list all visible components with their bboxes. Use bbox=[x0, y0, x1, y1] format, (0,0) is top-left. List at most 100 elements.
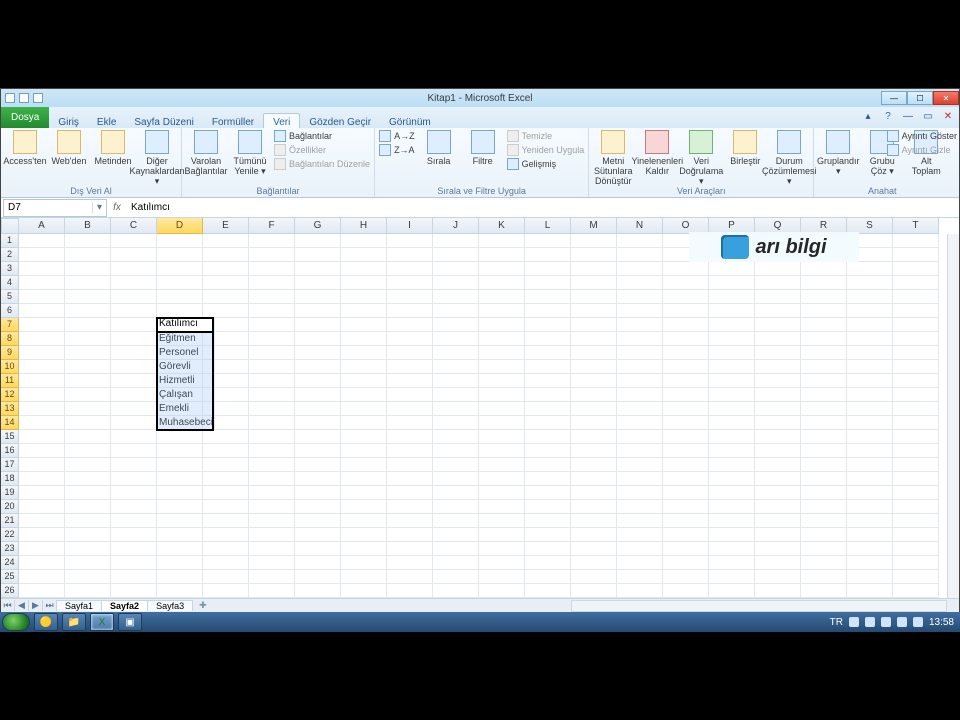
cell[interactable] bbox=[571, 374, 617, 388]
cell[interactable] bbox=[801, 486, 847, 500]
cell[interactable] bbox=[617, 234, 663, 248]
cell[interactable] bbox=[663, 304, 709, 318]
cell[interactable] bbox=[479, 556, 525, 570]
cell[interactable] bbox=[341, 542, 387, 556]
cell[interactable] bbox=[663, 318, 709, 332]
cell[interactable] bbox=[663, 388, 709, 402]
cell[interactable] bbox=[709, 346, 755, 360]
cell[interactable] bbox=[65, 276, 111, 290]
cell[interactable] bbox=[571, 556, 617, 570]
row-header[interactable]: 1 bbox=[1, 234, 19, 248]
cell[interactable] bbox=[295, 444, 341, 458]
cell[interactable] bbox=[617, 304, 663, 318]
cell[interactable] bbox=[249, 528, 295, 542]
cell[interactable] bbox=[341, 570, 387, 584]
cell[interactable] bbox=[755, 458, 801, 472]
cell[interactable] bbox=[249, 430, 295, 444]
minimize-button[interactable]: — bbox=[881, 91, 907, 105]
ribbon-button[interactable]: Veri Doğrulama ▾ bbox=[681, 130, 721, 186]
cell[interactable] bbox=[617, 332, 663, 346]
cell[interactable] bbox=[65, 556, 111, 570]
cell[interactable] bbox=[111, 332, 157, 346]
cell[interactable] bbox=[19, 248, 65, 262]
cell[interactable] bbox=[65, 304, 111, 318]
column-header[interactable]: G bbox=[295, 218, 341, 234]
cell[interactable] bbox=[755, 444, 801, 458]
cell[interactable] bbox=[65, 542, 111, 556]
chevron-down-icon[interactable]: ▾ bbox=[92, 202, 106, 213]
cell[interactable] bbox=[433, 486, 479, 500]
row-header[interactable]: 2 bbox=[1, 248, 19, 262]
cell[interactable] bbox=[801, 276, 847, 290]
cell[interactable] bbox=[893, 556, 939, 570]
cell[interactable] bbox=[341, 528, 387, 542]
cell[interactable] bbox=[709, 430, 755, 444]
cell[interactable] bbox=[525, 500, 571, 514]
formula-input[interactable]: Katılımcı bbox=[127, 202, 959, 213]
cell[interactable] bbox=[847, 304, 893, 318]
cell[interactable] bbox=[801, 584, 847, 598]
cell[interactable] bbox=[387, 472, 433, 486]
cell[interactable] bbox=[249, 402, 295, 416]
cell[interactable] bbox=[847, 318, 893, 332]
help-icon[interactable]: ? bbox=[881, 109, 895, 123]
row-header[interactable]: 4 bbox=[1, 276, 19, 290]
cell[interactable] bbox=[847, 388, 893, 402]
cell[interactable] bbox=[755, 304, 801, 318]
cell[interactable] bbox=[111, 276, 157, 290]
cell[interactable] bbox=[525, 332, 571, 346]
cell[interactable] bbox=[755, 262, 801, 276]
cell[interactable] bbox=[111, 570, 157, 584]
cell[interactable] bbox=[479, 570, 525, 584]
row-header[interactable]: 3 bbox=[1, 262, 19, 276]
row-header[interactable]: 5 bbox=[1, 290, 19, 304]
cell[interactable] bbox=[111, 262, 157, 276]
cell[interactable] bbox=[847, 374, 893, 388]
cell[interactable] bbox=[571, 318, 617, 332]
ribbon-button[interactable]: Filtre bbox=[463, 130, 503, 166]
column-header[interactable]: N bbox=[617, 218, 663, 234]
cell[interactable] bbox=[709, 500, 755, 514]
cell[interactable] bbox=[19, 388, 65, 402]
cell[interactable] bbox=[801, 500, 847, 514]
row-header[interactable]: 9 bbox=[1, 346, 19, 360]
cell[interactable] bbox=[65, 402, 111, 416]
cell[interactable] bbox=[387, 528, 433, 542]
cell[interactable] bbox=[663, 402, 709, 416]
cell[interactable] bbox=[525, 248, 571, 262]
cell[interactable] bbox=[893, 304, 939, 318]
cell[interactable] bbox=[893, 318, 939, 332]
cell[interactable] bbox=[387, 262, 433, 276]
cell[interactable] bbox=[341, 444, 387, 458]
quick-access-toolbar[interactable] bbox=[1, 93, 43, 103]
cell[interactable] bbox=[295, 556, 341, 570]
cell[interactable] bbox=[663, 416, 709, 430]
cell[interactable] bbox=[571, 528, 617, 542]
cell[interactable] bbox=[755, 542, 801, 556]
cell[interactable] bbox=[755, 584, 801, 598]
cell[interactable] bbox=[709, 556, 755, 570]
cell[interactable] bbox=[479, 542, 525, 556]
cell[interactable] bbox=[433, 248, 479, 262]
cell[interactable] bbox=[65, 458, 111, 472]
cell[interactable] bbox=[709, 402, 755, 416]
ribbon-button[interactable]: Web'den bbox=[49, 130, 89, 166]
file-tab[interactable]: Dosya bbox=[1, 107, 49, 128]
cell[interactable] bbox=[295, 234, 341, 248]
row-header[interactable]: 23 bbox=[1, 542, 19, 556]
cell[interactable] bbox=[157, 542, 203, 556]
cell[interactable] bbox=[387, 430, 433, 444]
cell[interactable] bbox=[249, 486, 295, 500]
row-header[interactable]: 14 bbox=[1, 416, 19, 430]
taskbar-explorer-icon[interactable]: 📁 bbox=[62, 613, 86, 631]
cell[interactable] bbox=[847, 430, 893, 444]
cell[interactable] bbox=[479, 304, 525, 318]
cell[interactable] bbox=[65, 318, 111, 332]
cell[interactable] bbox=[755, 556, 801, 570]
cell[interactable] bbox=[571, 346, 617, 360]
cell[interactable] bbox=[433, 234, 479, 248]
cell[interactable] bbox=[249, 388, 295, 402]
cell[interactable] bbox=[249, 318, 295, 332]
cell[interactable] bbox=[19, 584, 65, 598]
ribbon-button[interactable]: Metinden bbox=[93, 130, 133, 166]
